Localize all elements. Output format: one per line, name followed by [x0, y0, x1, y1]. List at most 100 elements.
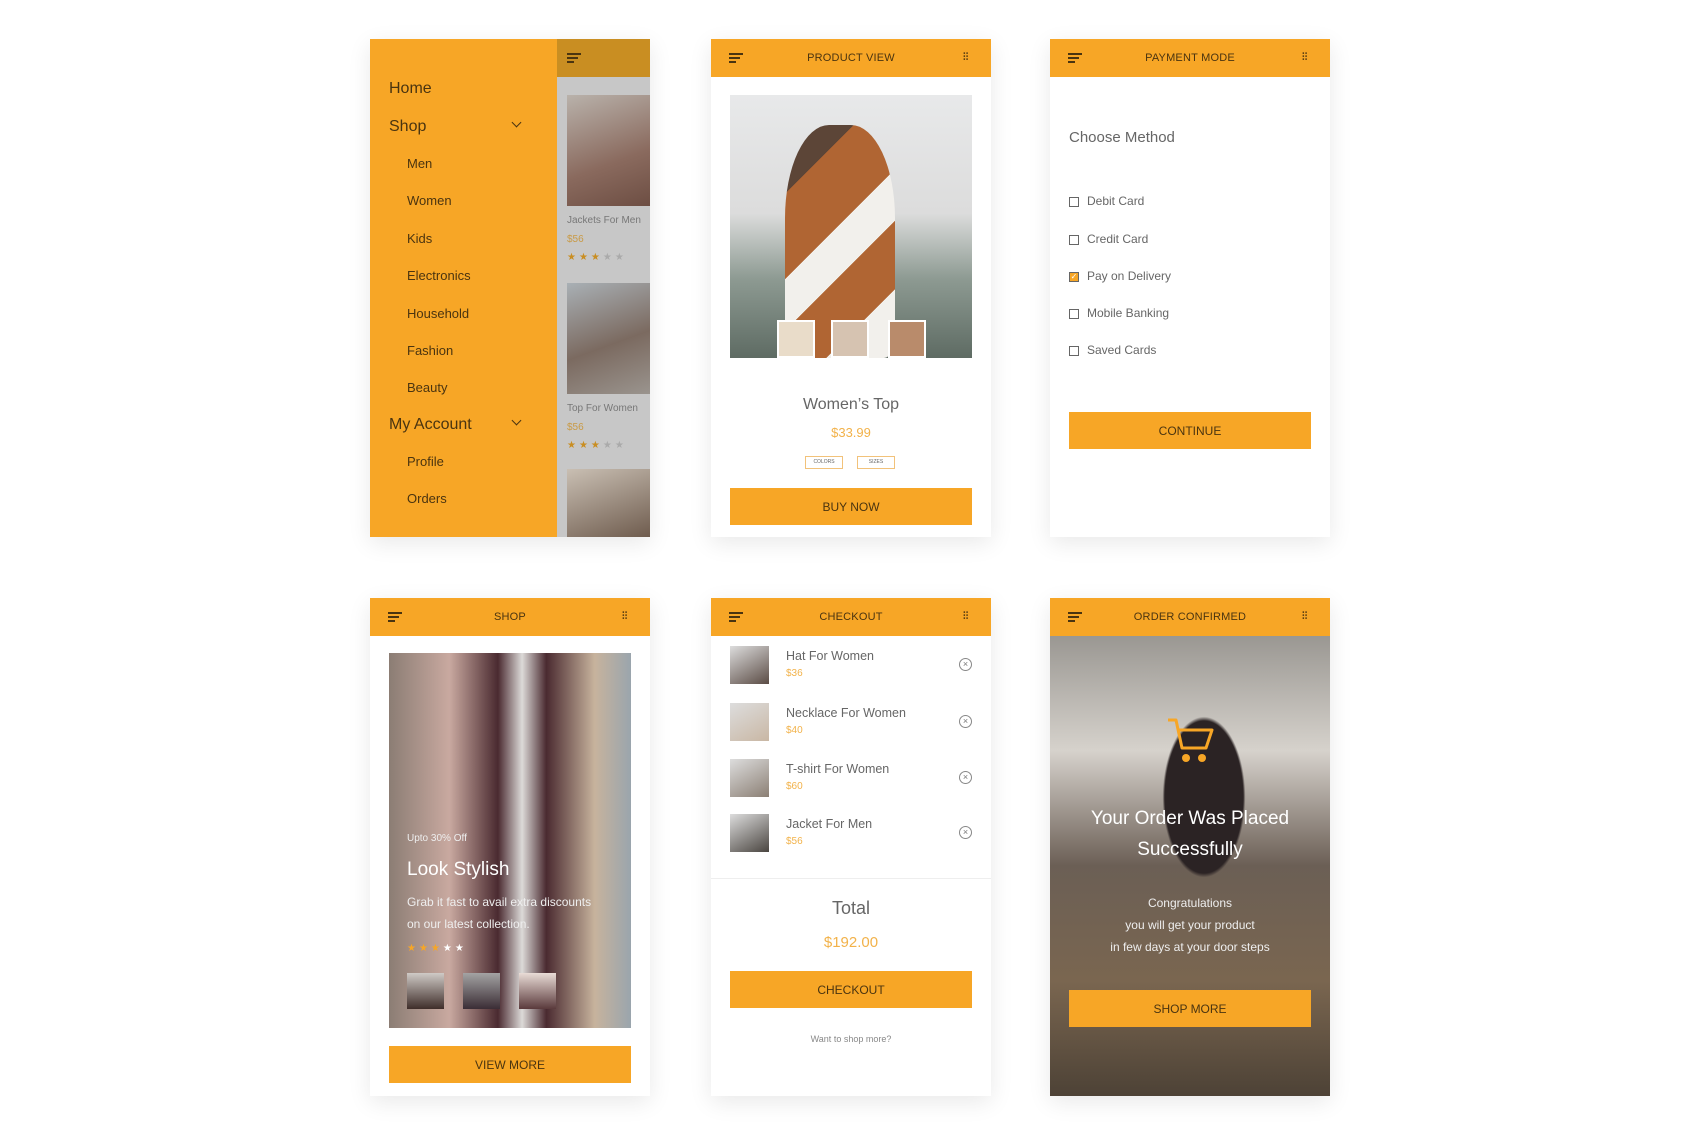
thumbnail[interactable] — [831, 320, 869, 358]
menu-item[interactable]: Beauty — [407, 380, 447, 395]
banner-image: Upto 30% Off Look Stylish Grab it fast t… — [389, 653, 631, 1028]
menu-item[interactable]: Women — [407, 193, 452, 208]
checkbox[interactable] — [1069, 197, 1079, 207]
banner-headline: Look Stylish — [407, 859, 510, 880]
item-thumbnail — [730, 703, 769, 741]
item-price: $36 — [786, 668, 803, 679]
thumbnail[interactable] — [407, 973, 444, 1009]
menu-screen: Jackets For Men $56 ★★★★★ Top For Women … — [370, 39, 650, 537]
cart-item: T-shirt For Women $60 × — [711, 758, 991, 798]
filter-icon[interactable]: ⫶⫶ — [1302, 611, 1312, 622]
background-photo — [1050, 636, 1330, 1096]
checkbox[interactable] — [1069, 235, 1079, 245]
buy-now-button[interactable]: BUY NOW — [730, 488, 972, 525]
filter-icon[interactable]: ⫶⫶ — [622, 611, 632, 622]
rating-stars: ★★★★★ — [567, 440, 627, 451]
menu-icon[interactable] — [729, 53, 743, 63]
payment-option-label[interactable]: Mobile Banking — [1087, 306, 1169, 320]
menu-item[interactable]: Electronics — [407, 268, 471, 283]
product-image[interactable] — [567, 469, 650, 537]
header: ORDER CONFIRMED ⫶⫶ — [1050, 598, 1330, 636]
menu-icon[interactable] — [729, 612, 743, 622]
cart-item: Jacket For Men $56 × — [711, 813, 991, 853]
screen-title: CHECKOUT — [819, 611, 883, 623]
thumbnail[interactable] — [777, 320, 815, 358]
menu-item[interactable]: Household — [407, 306, 469, 321]
remove-item-icon[interactable]: × — [959, 658, 972, 671]
cart-item: Hat For Women $36 × — [711, 645, 991, 685]
checkbox[interactable]: ✓ — [1069, 272, 1079, 282]
checkbox[interactable] — [1069, 346, 1079, 356]
section-heading: Choose Method — [1069, 129, 1175, 146]
shop-more-button[interactable]: SHOP MORE — [1069, 990, 1311, 1027]
header: PRODUCT VIEW ⫶⫶ — [711, 39, 991, 77]
product-name: Top For Women — [567, 403, 638, 414]
menu-icon[interactable] — [567, 53, 581, 63]
thumbnail[interactable] — [519, 973, 556, 1009]
confirmation-message: in few days at your door steps — [1110, 940, 1270, 954]
continue-button[interactable]: CONTINUE — [1069, 412, 1311, 449]
header: CHECKOUT ⫶⫶ — [711, 598, 991, 636]
colors-button[interactable]: COLORS — [805, 456, 843, 469]
rating-stars: ★★★★★ — [407, 943, 467, 954]
product-name: Women’s Top — [802, 396, 900, 413]
menu-item[interactable]: Profile — [407, 454, 444, 469]
item-name: Hat For Women — [786, 649, 874, 663]
order-confirmed-screen: ORDER CONFIRMED ⫶⫶ Your Order Was Placed… — [1050, 598, 1330, 1096]
menu-item[interactable]: Men — [407, 156, 432, 171]
item-name: Necklace For Women — [786, 706, 906, 720]
item-thumbnail — [730, 646, 769, 684]
item-price: $40 — [786, 725, 803, 736]
offer-text: Upto 30% Off — [407, 833, 467, 844]
menu-icon[interactable] — [1068, 53, 1082, 63]
view-more-button[interactable]: VIEW MORE — [389, 1046, 631, 1083]
shop-more-link[interactable]: Want to shop more? — [711, 1034, 991, 1044]
payment-option-label[interactable]: Debit Card — [1087, 194, 1144, 208]
confirmation-message: you will get your product — [1125, 918, 1255, 932]
filter-icon[interactable]: ⫶⫶ — [963, 52, 973, 63]
checkout-screen: CHECKOUT ⫶⫶ Hat For Women $36 × Necklace… — [711, 598, 991, 1096]
total-label: Total — [831, 898, 871, 918]
payment-option-label[interactable]: Saved Cards — [1087, 343, 1156, 357]
menu-item[interactable]: Kids — [407, 231, 432, 246]
sizes-button[interactable]: SIZES — [857, 456, 895, 469]
remove-item-icon[interactable]: × — [959, 771, 972, 784]
confirmation-title: Successfully — [1137, 839, 1243, 860]
screen-title: ORDER CONFIRMED — [1133, 611, 1247, 623]
product-price: $33.99 — [831, 425, 871, 440]
product-price: $56 — [567, 422, 584, 433]
item-thumbnail — [730, 759, 769, 797]
checkbox[interactable] — [1069, 309, 1079, 319]
filter-icon[interactable]: ⫶⫶ — [1302, 52, 1312, 63]
payment-screen: PAYMENT MODE ⫶⫶ Choose Method Debit Card… — [1050, 39, 1330, 537]
product-view-screen: PRODUCT VIEW ⫶⫶ Women’s Top $33.99 COLOR… — [711, 39, 991, 537]
payment-option-label[interactable]: Pay on Delivery — [1087, 269, 1171, 283]
menu-item[interactable]: Home — [389, 80, 432, 98]
thumbnail[interactable] — [888, 320, 926, 358]
product-image — [730, 95, 972, 358]
menu-item[interactable]: Fashion — [407, 343, 453, 358]
menu-item[interactable]: Shop — [389, 118, 426, 136]
product-image[interactable] — [567, 95, 650, 206]
cart-item: Necklace For Women $40 × — [711, 702, 991, 742]
thumbnail[interactable] — [463, 973, 500, 1009]
header: SHOP ⫶⫶ — [370, 598, 650, 636]
item-price: $60 — [786, 781, 803, 792]
total-amount: $192.00 — [823, 934, 879, 951]
menu-icon[interactable] — [1068, 612, 1082, 622]
payment-option-label[interactable]: Credit Card — [1087, 232, 1148, 246]
divider — [711, 878, 991, 879]
remove-item-icon[interactable]: × — [959, 826, 972, 839]
rating-stars: ★★★★★ — [567, 252, 627, 263]
side-menu — [370, 39, 557, 537]
filter-icon[interactable]: ⫶⫶ — [963, 611, 973, 622]
menu-item[interactable]: My Account — [389, 416, 472, 434]
menu-item[interactable]: Orders — [407, 491, 447, 506]
dimmed-header — [557, 39, 650, 77]
item-name: T-shirt For Women — [786, 762, 890, 776]
menu-icon[interactable] — [388, 612, 402, 622]
remove-item-icon[interactable]: × — [959, 715, 972, 728]
screen-title: PRODUCT VIEW — [807, 52, 895, 64]
product-image[interactable] — [567, 283, 650, 394]
checkout-button[interactable]: CHECKOUT — [730, 971, 972, 1008]
